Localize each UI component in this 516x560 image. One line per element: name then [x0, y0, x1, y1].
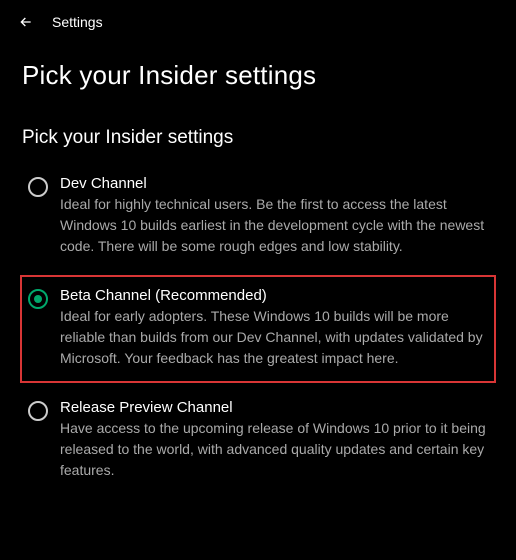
radio-option-dev-channel[interactable]: Dev Channel Ideal for highly technical u… [22, 165, 494, 269]
arrow-left-icon [18, 14, 34, 30]
radio-indicator [28, 177, 48, 197]
back-button[interactable] [16, 12, 36, 32]
radio-indicator [28, 401, 48, 421]
header-title: Settings [52, 14, 103, 30]
radio-option-release-preview-channel[interactable]: Release Preview Channel Have access to t… [22, 389, 494, 493]
option-description: Ideal for highly technical users. Be the… [60, 194, 486, 257]
radio-options: Dev Channel Ideal for highly technical u… [0, 165, 516, 493]
option-description: Have access to the upcoming release of W… [60, 418, 486, 481]
option-content: Release Preview Channel Have access to t… [60, 399, 486, 481]
option-title: Beta Channel (Recommended) [60, 287, 486, 304]
option-title: Dev Channel [60, 175, 486, 192]
section-heading: Pick your Insider settings [0, 99, 516, 165]
header-bar: Settings [0, 0, 516, 40]
page-heading: Pick your Insider settings [0, 40, 516, 99]
option-description: Ideal for early adopters. These Windows … [60, 306, 486, 369]
option-title: Release Preview Channel [60, 399, 486, 416]
option-content: Dev Channel Ideal for highly technical u… [60, 175, 486, 257]
radio-indicator [28, 289, 48, 309]
radio-option-beta-channel[interactable]: Beta Channel (Recommended) Ideal for ear… [20, 275, 496, 383]
option-content: Beta Channel (Recommended) Ideal for ear… [60, 287, 486, 369]
